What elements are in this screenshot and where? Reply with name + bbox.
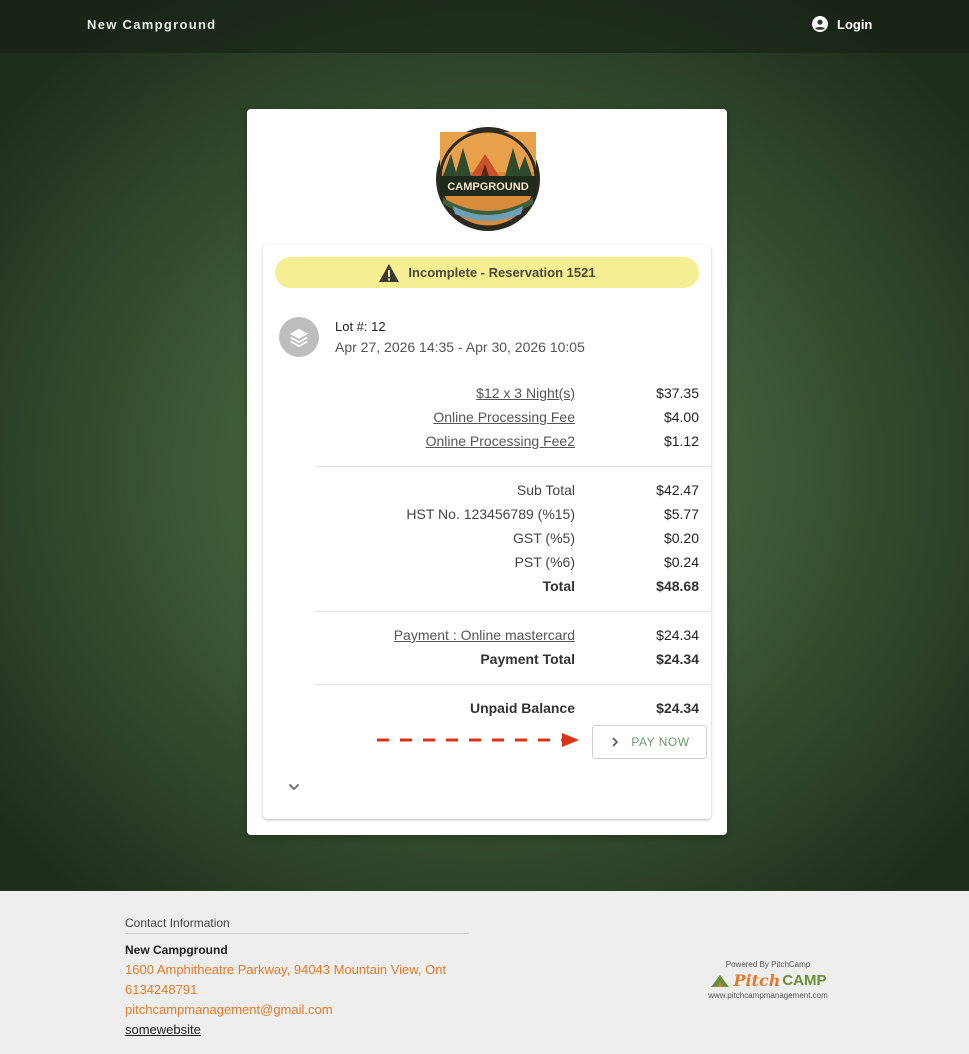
dashed-arrow-icon: [377, 733, 579, 747]
account-circle-icon: [812, 16, 828, 32]
hst-value: $5.77: [663, 506, 699, 522]
chevron-down-icon[interactable]: [286, 779, 302, 795]
contact-address[interactable]: 1600 Amphitheatre Parkway, 94043 Mountai…: [125, 962, 446, 977]
payment-label[interactable]: Payment : Online mastercard: [394, 627, 575, 643]
charge-label[interactable]: Online Processing Fee2: [426, 433, 575, 449]
warning-icon: [379, 263, 400, 282]
payment-total-value: $24.34: [656, 651, 699, 667]
charge-label[interactable]: Online Processing Fee: [433, 409, 575, 425]
payment-total-label: Payment Total: [480, 651, 575, 667]
divider: [125, 933, 469, 934]
contact-phone[interactable]: 6134248791: [125, 982, 197, 997]
divider: [315, 684, 711, 685]
total-value: $48.68: [656, 578, 699, 594]
charge-value: $1.12: [663, 433, 699, 449]
powered-by-logo[interactable]: Powered By PitchCamp Pitch CAMP www.pitc…: [694, 960, 842, 1000]
subtotal-label: Sub Total: [516, 482, 575, 498]
divider: [315, 466, 711, 467]
charge-label[interactable]: $12 x 3 Night(s): [476, 385, 575, 401]
login-button[interactable]: Login: [812, 16, 872, 32]
gst-label: GST (%5): [513, 530, 575, 546]
reservation-dates: Apr 27, 2026 14:35 - Apr 30, 2026 10:05: [335, 339, 585, 355]
pay-now-label: PAY NOW: [631, 735, 690, 749]
unpaid-balance-value: $24.34: [656, 700, 699, 716]
gst-value: $0.20: [663, 530, 699, 546]
powered-url: www.pitchcampmanagement.com: [708, 991, 828, 1000]
status-text: Incomplete - Reservation 1521: [408, 265, 596, 280]
pst-value: $0.24: [663, 554, 699, 570]
campground-logo: CAMPGROUND: [436, 127, 540, 231]
contact-title: Contact Information: [125, 916, 230, 930]
unpaid-balance-label: Unpaid Balance: [469, 700, 575, 716]
layers-icon: [289, 328, 309, 348]
payment-value: $24.34: [656, 627, 699, 643]
divider: [315, 611, 711, 612]
powered-by-text: Powered By PitchCamp: [725, 960, 811, 969]
tent-icon: [711, 974, 730, 987]
charge-value: $37.35: [656, 385, 699, 401]
logo-text: CAMPGROUND: [447, 181, 528, 193]
contact-email[interactable]: pitchcampmanagement@gmail.com: [125, 1002, 333, 1017]
lot-avatar: [279, 317, 319, 357]
charge-value: $4.00: [663, 409, 699, 425]
total-label: Total: [542, 578, 575, 594]
pay-now-button[interactable]: PAY NOW: [592, 725, 707, 759]
pitch-wordmark: Pitch: [733, 971, 781, 990]
contact-website-link[interactable]: somewebsite: [125, 1022, 201, 1037]
login-label: Login: [837, 16, 873, 32]
subtotal-value: $42.47: [656, 482, 699, 498]
pst-label: PST (%6): [514, 554, 575, 570]
status-banner: Incomplete - Reservation 1521: [275, 257, 699, 288]
contact-name: New Campground: [125, 943, 228, 957]
top-bar: New Campground Login: [0, 0, 969, 53]
lot-number: Lot #: 12: [335, 319, 386, 334]
brand-title[interactable]: New Campground: [87, 17, 216, 32]
hst-label: HST No. 123456789 (%15): [406, 506, 575, 522]
chevron-right-icon: [612, 737, 619, 747]
camp-wordmark: CAMP: [782, 972, 827, 989]
